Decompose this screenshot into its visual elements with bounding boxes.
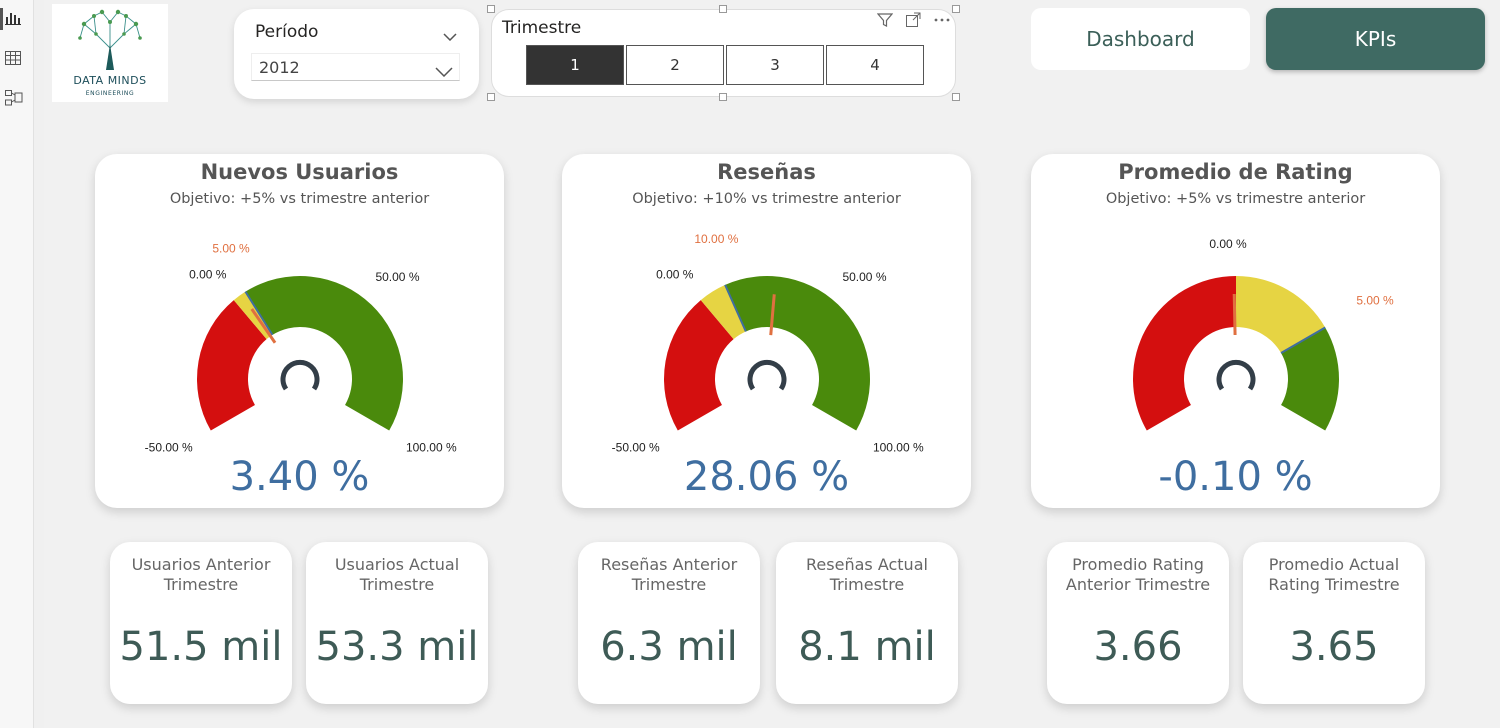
gauge-title: Nuevos Usuarios [200, 160, 399, 184]
tree-network-icon [78, 9, 142, 70]
kpi-card-resenas-actual: Reseñas Actual Trimestre 8.1 mil [776, 542, 958, 704]
kpi-label: Promedio Rating Anterior Trimestre [1065, 555, 1211, 594]
trimestre-option-2[interactable]: 2 [626, 45, 724, 85]
gauge-title: Promedio de Rating [1118, 160, 1353, 184]
kpi-value: 3.66 [1093, 624, 1183, 670]
gauge-min-label: -50.00 % [612, 441, 660, 455]
kpi-value: 8.1 mil [798, 624, 936, 670]
gauge-value: -0.10 % [1158, 454, 1313, 500]
kpi-label: Promedio Actual Rating Trimestre [1268, 555, 1400, 594]
filter-icon[interactable] [876, 12, 895, 30]
trimestre-title: Trimestre [502, 18, 582, 38]
kpi-label: Reseñas Anterior Trimestre [600, 555, 738, 594]
gauge-mid-label: 50.00 % [842, 270, 886, 284]
gauge-hub [747, 359, 787, 391]
table-view-icon[interactable] [5, 50, 23, 68]
kpi-value: 3.65 [1289, 624, 1379, 670]
kpi-card-rating-anterior: Promedio Rating Anterior Trimestre 3.66 [1047, 542, 1229, 704]
resize-handle[interactable] [719, 93, 727, 101]
gauge-card-promedio-rating: 0.00 % 5.00 % Promedio de Rating Objetivo… [1031, 154, 1440, 508]
kpi-value: 53.3 mil [315, 624, 479, 670]
focus-mode-icon[interactable] [905, 12, 923, 30]
chevron-down-icon[interactable] [443, 26, 457, 45]
gauge-min-label: -50.00 % [145, 441, 193, 455]
logo-subtitle: ENGINEERING [85, 90, 135, 97]
gauge-band-green [725, 276, 870, 431]
gauge-value: 3.40 % [229, 454, 370, 500]
gauge-hub [1216, 359, 1256, 391]
resize-handle[interactable] [487, 93, 495, 101]
logo-title: DATA MINDS [73, 74, 147, 87]
resize-handle[interactable] [952, 5, 960, 13]
resize-handle[interactable] [952, 93, 960, 101]
gauge-target-label: 5.00 % [1356, 294, 1394, 308]
report-view-icon[interactable] [0, 8, 23, 30]
kpi-value: 6.3 mil [600, 624, 738, 670]
kpi-card-rating-actual: Promedio Actual Rating Trimestre 3.65 [1243, 542, 1425, 704]
gauge-subtitle: Objetivo: +10% vs trimestre anterior [632, 191, 901, 207]
gauge-max-label: 100.00 % [873, 441, 924, 455]
model-view-icon[interactable] [5, 90, 23, 108]
gauge-title: Reseñas [717, 160, 816, 184]
gauge-zero-label: 0.00 % [189, 268, 227, 282]
company-logo: DATA MINDS ENGINEERING [52, 4, 168, 102]
gauge-band-red [1133, 276, 1236, 431]
gauge-target-label: 10.00 % [694, 232, 738, 246]
view-switcher-rail [0, 0, 34, 728]
trimestre-slicer: Trimestre 1 2 3 4 [487, 5, 960, 101]
periodo-selected-value: 2012 [259, 58, 300, 77]
periodo-title: Período [255, 22, 319, 42]
trimestre-option-4[interactable]: 4 [826, 45, 924, 85]
kpi-label: Usuarios Anterior Trimestre [131, 555, 271, 594]
kpi-value: 51.5 mil [119, 624, 283, 670]
gauge-max-label: 100.00 % [406, 441, 457, 455]
gauge-value: 28.06 % [683, 454, 850, 500]
resize-handle[interactable] [487, 5, 495, 13]
gauge-band-green [245, 275, 403, 431]
gauge-zero-label: 0.00 % [656, 268, 694, 282]
kpi-card-resenas-anterior: Reseñas Anterior Trimestre 6.3 mil [578, 542, 760, 704]
gauge-zero-label: 0.00 % [1209, 237, 1247, 251]
kpis-button[interactable]: KPIs [1266, 8, 1485, 70]
resize-handle[interactable] [719, 5, 727, 13]
gauge-target-label: 5.00 % [212, 242, 250, 256]
dashboard-button[interactable]: Dashboard [1031, 8, 1250, 70]
gauge-subtitle: Objetivo: +5% vs trimestre anterior [1105, 191, 1366, 207]
gauge-card-resenas: -50.00 % 100.00 % 0.00 % 10.00 % 50.00 % Res… [562, 154, 971, 508]
more-options-icon[interactable] [933, 12, 951, 30]
gauge-needle [1232, 293, 1237, 336]
kpi-label: Reseñas Actual Trimestre [806, 555, 928, 594]
gauge-mid-label: 50.00 % [375, 270, 419, 284]
gauge-card-nuevos-usuarios: -50.00 % 100.00 % 0.00 % 5.00 % 50.00 % Nuev… [95, 154, 504, 508]
kpi-card-usuarios-anterior: Usuarios Anterior Trimestre 51.5 mil [110, 542, 292, 704]
periodo-dropdown[interactable]: 2012 [251, 53, 460, 81]
kpi-card-usuarios-actual: Usuarios Actual Trimestre 53.3 mil [306, 542, 488, 704]
periodo-slicer: Período 2012 [234, 9, 479, 99]
gauge-subtitle: Objetivo: +5% vs trimestre anterior [169, 191, 430, 207]
kpi-label: Usuarios Actual Trimestre [334, 555, 460, 594]
trimestre-option-3[interactable]: 3 [726, 45, 824, 85]
gauge-hub [280, 359, 320, 391]
dropdown-chevron-icon [435, 62, 453, 81]
trimestre-option-1[interactable]: 1 [526, 45, 624, 85]
